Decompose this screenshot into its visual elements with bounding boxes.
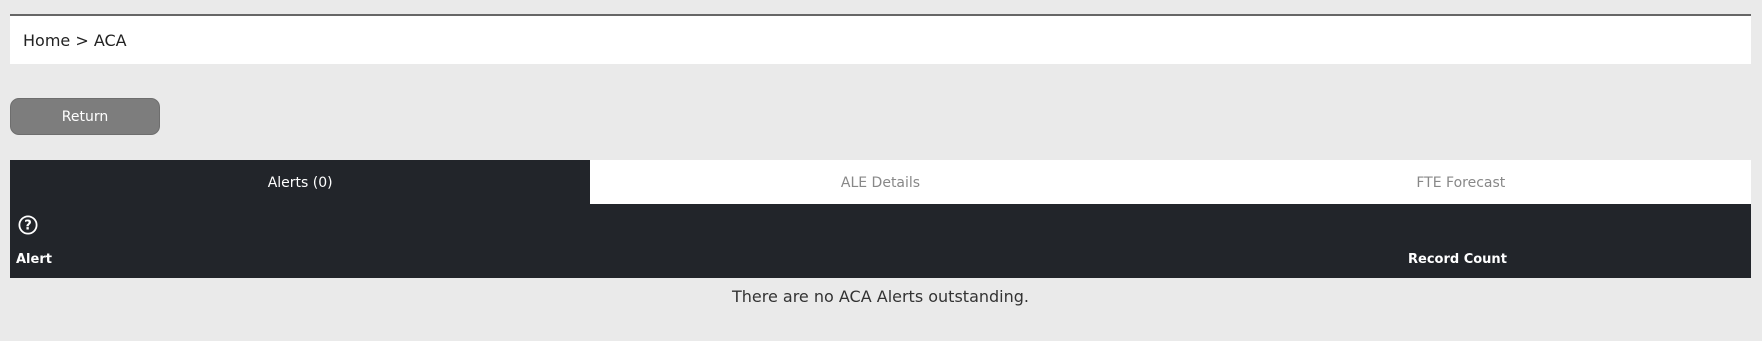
breadcrumb-home-link[interactable]: Home	[23, 31, 70, 50]
help-icon[interactable]: ?	[18, 215, 38, 235]
tab-bar: Alerts (0) ALE Details FTE Forecast	[10, 160, 1751, 204]
breadcrumb-current: ACA	[93, 30, 127, 50]
empty-state-message: There are no ACA Alerts outstanding.	[731, 287, 1029, 306]
alerts-table-header: ? Alert Record Count	[10, 204, 1751, 278]
tab-alerts[interactable]: Alerts (0)	[10, 160, 591, 204]
tab-fte-forecast[interactable]: FTE Forecast	[1170, 160, 1751, 204]
breadcrumb-separator: >	[70, 30, 94, 50]
tab-ale-details[interactable]: ALE Details	[590, 160, 1171, 204]
svg-text:?: ?	[24, 219, 32, 234]
breadcrumb: Home > ACA	[10, 16, 1751, 64]
return-button[interactable]: Return	[10, 98, 160, 135]
column-header-alert[interactable]: Alert	[16, 252, 52, 267]
column-header-record-count[interactable]: Record Count	[1408, 252, 1507, 267]
